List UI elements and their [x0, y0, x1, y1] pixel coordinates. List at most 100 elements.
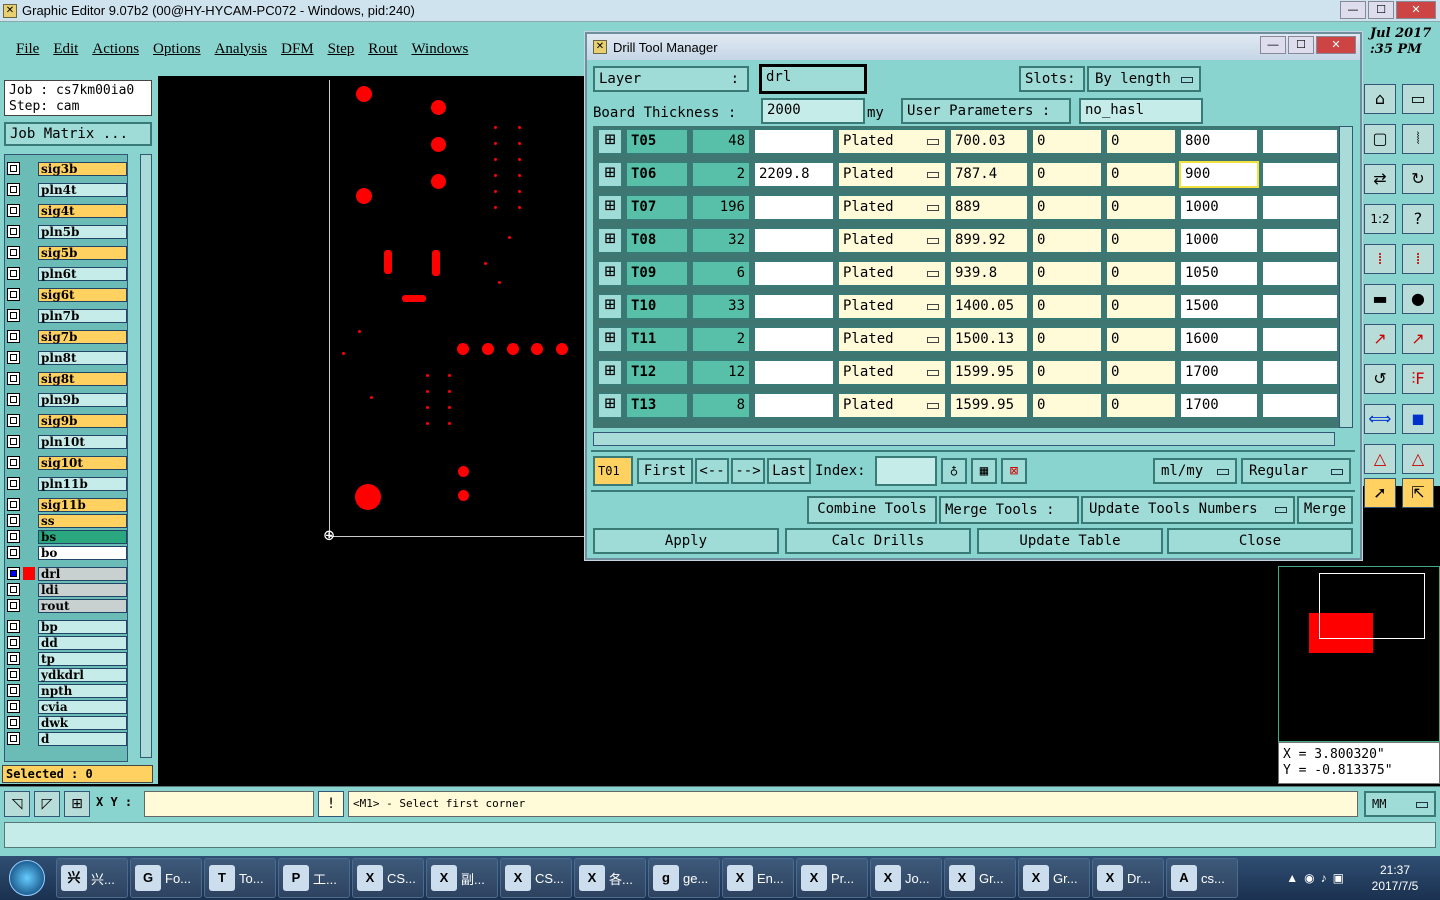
layer-checkbox[interactable]	[7, 583, 20, 596]
layer-scrollbar[interactable]	[140, 154, 152, 758]
multi-select-icon[interactable]: ⇱	[1402, 478, 1434, 508]
taskbar-clock[interactable]: 21:37 2017/7/5	[1350, 862, 1440, 894]
update-table-button[interactable]: Update Table	[977, 528, 1163, 554]
layer-row[interactable]: sig11b	[7, 497, 127, 512]
type-dropdown[interactable]: Plated	[837, 392, 947, 419]
overview-map[interactable]	[1278, 566, 1440, 742]
table-horizontal-scrollbar[interactable]	[593, 432, 1335, 446]
drill-size-input[interactable]	[753, 326, 835, 353]
viewport-box[interactable]	[1319, 573, 1425, 639]
layer-row[interactable]: sig10t	[7, 455, 127, 470]
home-icon[interactable]: ⌂	[1364, 84, 1396, 114]
drill-size-input[interactable]	[753, 260, 835, 287]
table-vertical-scrollbar[interactable]	[1339, 126, 1353, 428]
combine-tools-button[interactable]: Combine Tools	[807, 496, 937, 524]
triangle-icon[interactable]: △	[1364, 444, 1396, 474]
expand-tool-icon[interactable]: ⊞	[597, 161, 623, 188]
menu-options[interactable]: Options	[153, 41, 201, 58]
plus-tolerance-input[interactable]: 0	[1031, 293, 1103, 320]
extra-input[interactable]	[1261, 326, 1339, 353]
menu-analysis[interactable]: Analysis	[215, 41, 268, 58]
layer-row[interactable]: ydkdrl	[7, 667, 127, 682]
layer-checkbox[interactable]	[7, 183, 20, 196]
type-dropdown[interactable]: Plated	[837, 293, 947, 320]
layer-row[interactable]: sig4t	[7, 203, 127, 218]
maximize-button[interactable]: ☐	[1368, 1, 1394, 19]
dialog-minimize-button[interactable]: —	[1260, 36, 1286, 54]
menu-windows[interactable]: Windows	[411, 41, 468, 58]
minimize-button[interactable]: —	[1340, 1, 1366, 19]
alert-icon[interactable]: !	[318, 791, 344, 817]
drill-input[interactable]: 1700	[1179, 392, 1259, 419]
taskbar-app-button[interactable]: T To...	[204, 858, 276, 898]
drill-input[interactable]: 1500	[1179, 293, 1259, 320]
layer-row[interactable]: bp	[7, 619, 127, 634]
plus-tolerance-input[interactable]: 0	[1031, 161, 1103, 188]
layer-checkbox[interactable]	[7, 288, 20, 301]
layer-row[interactable]: bo	[7, 545, 127, 560]
layer-checkbox[interactable]	[7, 393, 20, 406]
drill-input[interactable]: 1700	[1179, 359, 1259, 386]
layer-row[interactable]: pln8t	[7, 350, 127, 365]
finish-size-input[interactable]: 1599.95	[949, 359, 1029, 386]
layer-row[interactable]: pln5b	[7, 224, 127, 239]
menu-actions[interactable]: Actions	[92, 41, 139, 58]
units-select[interactable]: ml/my	[1153, 458, 1237, 484]
layer-row[interactable]: dwk	[7, 715, 127, 730]
select-pointer-icon[interactable]: ➚	[1364, 478, 1396, 508]
layer-row[interactable]: rout	[7, 598, 127, 613]
minus-tolerance-input[interactable]: 0	[1105, 128, 1177, 155]
menu-file[interactable]: File	[16, 41, 39, 58]
taskbar-app-button[interactable]: X Gr...	[944, 858, 1016, 898]
layer-checkbox[interactable]	[7, 204, 20, 217]
first-button[interactable]: First	[637, 458, 693, 484]
merge-button[interactable]: Merge	[1297, 496, 1353, 524]
layer-checkbox[interactable]	[7, 456, 20, 469]
layer-row[interactable]: ldi	[7, 582, 127, 597]
type-dropdown[interactable]: Plated	[837, 359, 947, 386]
minus-tolerance-input[interactable]: 0	[1105, 260, 1177, 287]
dialog-maximize-button[interactable]: ☐	[1288, 36, 1314, 54]
type-dropdown[interactable]: Plated	[837, 227, 947, 254]
expand-tool-icon[interactable]: ⊞	[597, 260, 623, 287]
layer-checkbox[interactable]	[7, 652, 20, 665]
grid-icon[interactable]: ⊞	[64, 791, 90, 817]
layer-checkbox[interactable]	[7, 567, 20, 580]
expand-tool-icon[interactable]: ⊞	[597, 227, 623, 254]
layer-checkbox[interactable]	[7, 700, 20, 713]
dialog-close-button[interactable]: ✕	[1316, 36, 1356, 54]
dialog-close-action-button[interactable]: Close	[1167, 528, 1353, 554]
finish-size-input[interactable]: 1599.95	[949, 392, 1029, 419]
layer-row[interactable]: npth	[7, 683, 127, 698]
lamp-icon[interactable]: ♁	[941, 458, 967, 484]
type-dropdown[interactable]: Plated	[837, 194, 947, 221]
layer-row[interactable]: ss	[7, 513, 127, 528]
drill-size-input[interactable]: 2209.8	[753, 161, 835, 188]
expand-tool-icon[interactable]: ⊞	[597, 128, 623, 155]
plus-tolerance-input[interactable]: 0	[1031, 359, 1103, 386]
line-tool-alt-icon[interactable]: ↗	[1402, 324, 1434, 354]
layer-row[interactable]: pln4t	[7, 182, 127, 197]
layer-checkbox[interactable]	[7, 435, 20, 448]
drill-input[interactable]: 1600	[1179, 326, 1259, 353]
help-icon[interactable]: ?	[1402, 204, 1434, 234]
layer-checkbox[interactable]	[7, 225, 20, 238]
type-dropdown[interactable]: Plated	[837, 128, 947, 155]
extra-input[interactable]	[1261, 194, 1339, 221]
screen-icon[interactable]: ▢	[1364, 124, 1396, 154]
layer-checkbox[interactable]	[7, 498, 20, 511]
menu-dfm[interactable]: DFM	[281, 41, 314, 58]
extra-input[interactable]	[1261, 227, 1339, 254]
filter-icon[interactable]: ⫶F	[1402, 364, 1434, 394]
plus-tolerance-input[interactable]: 0	[1031, 326, 1103, 353]
layer-row[interactable]: tp	[7, 651, 127, 666]
layer-row[interactable]: cvia	[7, 699, 127, 714]
finish-size-input[interactable]: 787.4	[949, 161, 1029, 188]
layer-checkbox[interactable]	[7, 546, 20, 559]
minus-tolerance-input[interactable]: 0	[1105, 161, 1177, 188]
grid-select-icon[interactable]: ▦	[971, 458, 997, 484]
layer-row[interactable]: sig6t	[7, 287, 127, 302]
minus-tolerance-input[interactable]: 0	[1105, 293, 1177, 320]
layer-row[interactable]: sig3b	[7, 161, 127, 176]
tray-up-arrow-icon[interactable]: ▲	[1286, 871, 1298, 885]
